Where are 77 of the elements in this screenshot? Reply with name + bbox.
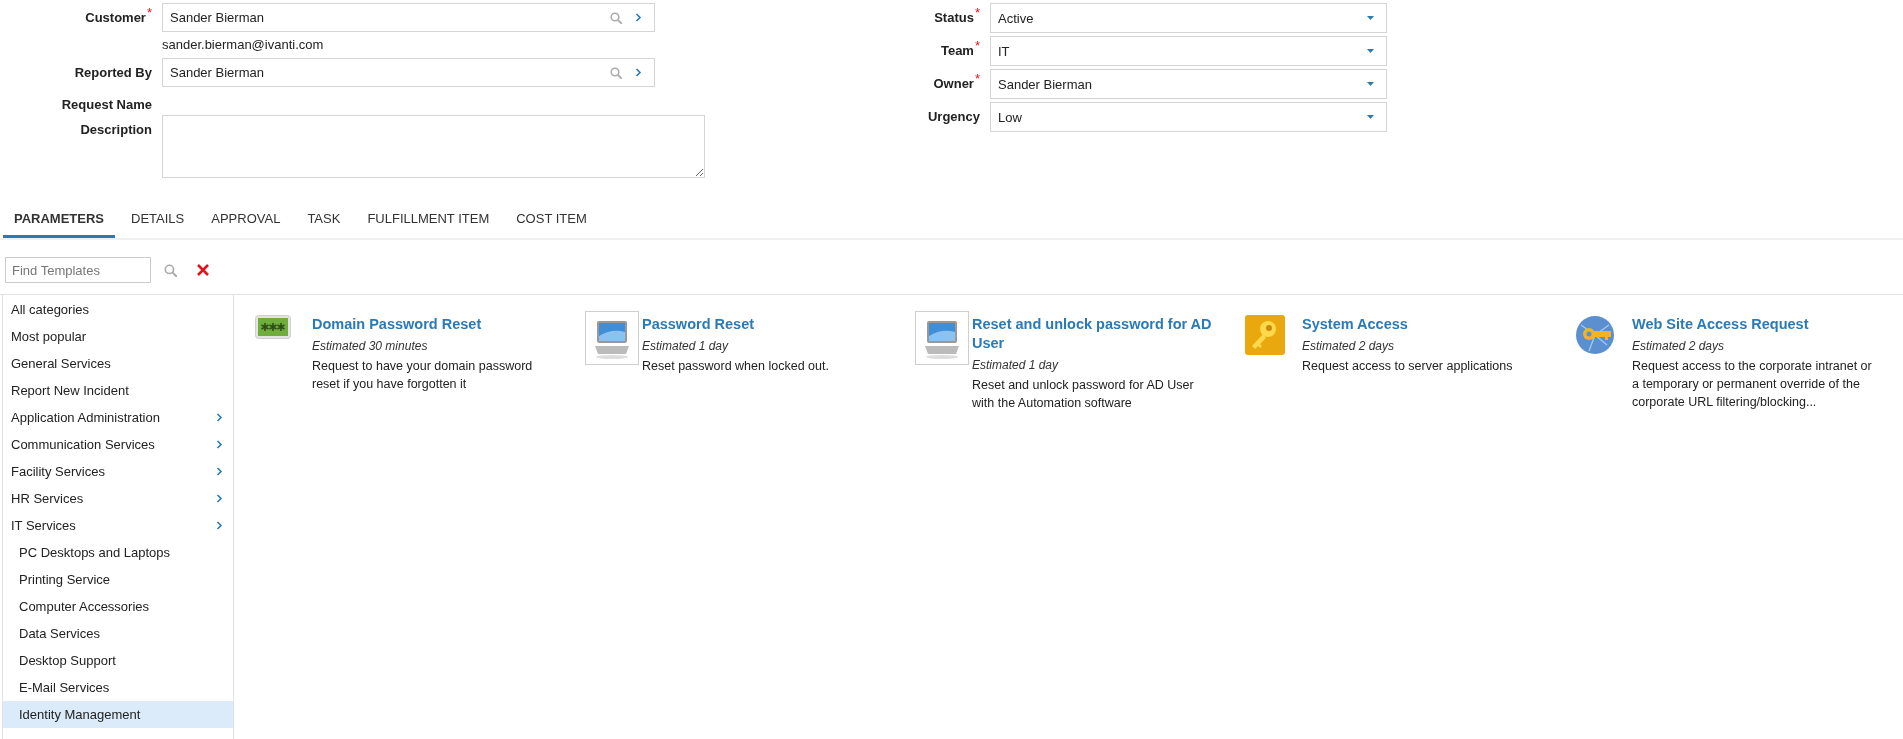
- globe-key-icon[interactable]: [1575, 315, 1615, 355]
- lookup-field[interactable]: Sander Bierman: [162, 58, 655, 87]
- dropdown-field[interactable]: IT: [990, 36, 1387, 66]
- field-label: Team: [940, 43, 974, 58]
- password-field-icon[interactable]: [255, 315, 291, 339]
- template-description: Reset and unlock password for AD User with the Automation software: [972, 377, 1195, 412]
- template-description: Reset password when locked out.: [642, 358, 830, 375]
- estimate-text: Estimated 30 minutes: [312, 338, 429, 354]
- description-field[interactable]: [162, 115, 705, 178]
- category-item[interactable]: Communication Services: [3, 431, 233, 458]
- template-link[interactable]: System Access: [1302, 315, 1547, 334]
- chevron-icon[interactable]: [635, 68, 642, 77]
- template-link[interactable]: Web Site Access Request: [1632, 315, 1877, 334]
- tab[interactable]: APPROVAL: [200, 201, 292, 238]
- dropdown-field[interactable]: Active: [990, 3, 1387, 33]
- template-link[interactable]: Domain Password Reset: [312, 315, 557, 334]
- field-label: Description: [80, 122, 152, 137]
- category-item[interactable]: Identity Management: [3, 701, 233, 728]
- required-mark: *: [974, 5, 980, 20]
- required-mark: *: [146, 5, 152, 20]
- required-mark: *: [974, 71, 980, 86]
- caret-icon[interactable]: [1367, 16, 1374, 20]
- field-label: Reported By: [74, 65, 152, 80]
- search-icon[interactable]: [164, 263, 177, 277]
- category-item[interactable]: General Services: [3, 350, 233, 377]
- chevron-icon[interactable]: [216, 413, 223, 422]
- chevron-icon[interactable]: [216, 521, 223, 530]
- category-item[interactable]: IT Services: [3, 512, 233, 539]
- estimate-text: Estimated 2 days: [1632, 338, 1726, 354]
- category-item[interactable]: HR Services: [3, 485, 233, 512]
- field-label: Status: [934, 10, 974, 25]
- template-link[interactable]: Password Reset: [642, 315, 887, 334]
- field-label: Owner: [933, 76, 974, 91]
- category-item[interactable]: Computer Accessories: [3, 593, 233, 620]
- category-item[interactable]: Report New Incident: [3, 377, 233, 404]
- lookup-field[interactable]: Sander Bierman: [162, 3, 655, 32]
- field-label: Request Name: [61, 97, 152, 112]
- category-item[interactable]: Application Administration: [3, 404, 233, 431]
- caret-icon[interactable]: [1367, 82, 1374, 86]
- template-link[interactable]: Reset and unlock password for AD User: [972, 315, 1217, 353]
- tab[interactable]: TASK: [296, 201, 352, 238]
- category-item[interactable]: All categories: [3, 296, 233, 323]
- required-mark: *: [974, 38, 980, 53]
- clear-icon[interactable]: [197, 264, 209, 276]
- search-icon[interactable]: [610, 66, 622, 79]
- caret-icon[interactable]: [1367, 115, 1374, 119]
- category-item[interactable]: Data Services: [3, 620, 233, 647]
- category-item[interactable]: E-Mail Services: [3, 674, 233, 701]
- tab[interactable]: FULFILLMENT ITEM: [356, 201, 501, 238]
- estimate-text: Estimated 2 days: [1302, 338, 1396, 354]
- tab[interactable]: DETAILS: [120, 201, 196, 238]
- estimate-text: Estimated 1 day: [972, 357, 1060, 373]
- monitor-icon[interactable]: [585, 311, 639, 365]
- estimate-text: Estimated 1 day: [642, 338, 730, 354]
- search-field[interactable]: Find Templates: [5, 257, 151, 283]
- tab[interactable]: PARAMETERS: [3, 201, 116, 238]
- caret-icon[interactable]: [1367, 49, 1374, 53]
- chevron-icon[interactable]: [216, 467, 223, 476]
- dropdown-field[interactable]: Sander Bierman: [990, 69, 1387, 99]
- chevron-icon[interactable]: [635, 13, 642, 22]
- category-item[interactable]: Facility Services: [3, 458, 233, 485]
- field-label: Customer: [85, 10, 146, 25]
- chevron-icon[interactable]: [216, 440, 223, 449]
- template-description: Request to have your domain password reset if you have forgotten it: [312, 358, 534, 393]
- category-item[interactable]: Printing Service: [3, 566, 233, 593]
- email-text: sander.bierman@ivanti.com: [162, 36, 325, 54]
- monitor-icon[interactable]: [915, 311, 969, 365]
- dropdown-field[interactable]: Low: [990, 102, 1387, 132]
- template-description: Request access to the corporate intranet or a temporary or permanent override of the corporate URL filtering/blocking...: [1632, 358, 1873, 411]
- tab[interactable]: COST ITEM: [505, 201, 598, 238]
- search-icon[interactable]: [610, 11, 622, 24]
- template-description: Request access to server applications: [1302, 358, 1514, 375]
- category-item[interactable]: PC Desktops and Laptops: [3, 539, 233, 566]
- field-label: Urgency: [927, 109, 980, 124]
- category-item[interactable]: Desktop Support: [3, 647, 233, 674]
- chevron-icon[interactable]: [216, 494, 223, 503]
- category-item[interactable]: Most popular: [3, 323, 233, 350]
